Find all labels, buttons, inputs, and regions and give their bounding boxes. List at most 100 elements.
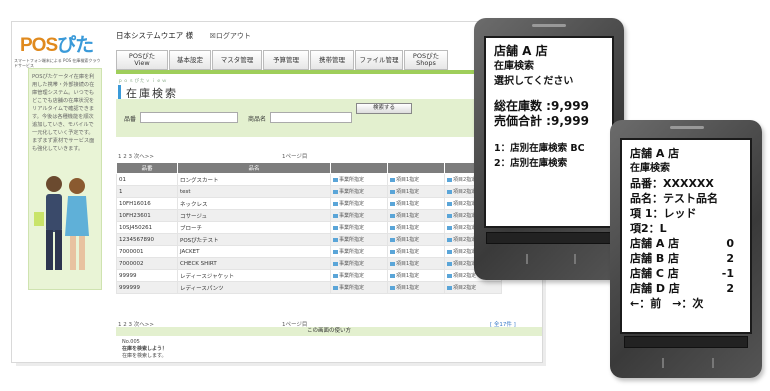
cell-code: 7000001 (116, 245, 178, 258)
link-office[interactable]: 事業所指定 (330, 221, 388, 234)
phone-stock-summary: 店舗 A 店 在庫検索 選択してください 総在庫数 :9,999 売価合計 :9… (474, 18, 624, 280)
link-item1[interactable]: 事業所指定項目1指定 (387, 269, 445, 282)
link-item1[interactable]: 事業所指定項目1指定 (387, 257, 445, 270)
nav-basic-settings[interactable]: 基本設定 (169, 50, 211, 70)
logout-link[interactable]: ☒ログアウト (210, 32, 251, 40)
link-icon (390, 201, 395, 206)
phone2-keypad[interactable] (624, 336, 748, 348)
table-row: 10FH23601コサージュ事業所指定事業所指定項目1指定項目2指定 (116, 209, 502, 222)
col-link1 (330, 162, 388, 174)
phone2-item1: 項 1：レッド (630, 207, 697, 220)
link-office[interactable]: 事業所指定 (330, 257, 388, 270)
link-office[interactable]: 事業所指定 (330, 233, 388, 246)
phone2-store: 店舗 A 店 (630, 147, 680, 160)
phone1-prompt: 選択してください (494, 76, 574, 87)
cell-code: 99999 (116, 269, 178, 282)
link-office[interactable]: 事業所指定 (330, 197, 388, 210)
help-header: この画面の使い方 (116, 327, 542, 336)
help-step: No.005 (122, 339, 140, 345)
phone1-option-1[interactable]: 1：店別在庫検索 BC (494, 141, 604, 156)
link-item1[interactable]: 事業所指定項目1指定 (387, 245, 445, 258)
link-icon (447, 249, 452, 254)
sidebar: POSぴた スマートフォン端末による POS 在庫検索クラウドサービス POSぴ… (12, 22, 104, 362)
phone2-store-row: 店舗 B 店 2 (630, 251, 734, 266)
phone1-screen: 店舗 A 店 在庫検索 選択してください 総在庫数 :9,999 売価合計 :9… (484, 36, 614, 228)
link-office[interactable]: 事業所指定 (330, 185, 388, 198)
link-item1[interactable]: 事業所指定項目1指定 (387, 221, 445, 234)
page-title-block: ｐｏｓぴたｖｉｅｗ 在庫検索 (118, 78, 178, 101)
link-icon (447, 213, 452, 218)
stock-table: 品番 品名 01ロングスカート事業所指定事業所指定項目1指定項目2指定1test… (116, 162, 502, 294)
phone1-keypad[interactable] (486, 232, 612, 244)
posupita-logo: POSぴた (20, 35, 94, 56)
phone1-screen-title: 在庫検索 (494, 61, 534, 72)
nav-master[interactable]: マスタ管理 (212, 50, 262, 70)
link-icon (333, 201, 338, 206)
web-screenshot: POSぴた スマートフォン端末による POS 在庫検索クラウドサービス POSぴ… (12, 22, 542, 362)
store-qty: 2 (726, 252, 734, 265)
link-icon (333, 177, 338, 182)
link-icon (333, 249, 338, 254)
search-button[interactable]: 検索する (356, 103, 412, 114)
phone2-screen: 店舗 A 店 在庫検索 品番：XXXXXX 品名：テスト品名 項 1：レッド 項… (620, 138, 752, 334)
store-qty: -1 (721, 267, 734, 280)
cell-name: JACKET (177, 245, 331, 258)
cell-code: 1234567890 (116, 233, 178, 246)
link-office[interactable]: 事業所指定 (330, 245, 388, 258)
link-item2[interactable]: 項目2指定 (444, 281, 502, 294)
name-input[interactable] (270, 112, 352, 123)
cell-code: 10SJ450261 (116, 221, 178, 234)
link-office[interactable]: 事業所指定 (330, 173, 388, 186)
phone2-store-row: 店舗 D 店 2 (630, 281, 734, 296)
col-link2 (387, 162, 445, 174)
link-icon (447, 273, 452, 278)
people-illustration-icon (34, 176, 89, 270)
store-name: 店舗 B 店 (630, 252, 680, 265)
store-qty: 2 (726, 282, 734, 295)
cell-code: 10FH16016 (116, 197, 178, 210)
link-item1[interactable]: 事業所指定項目1指定 (387, 185, 445, 198)
name-label: 商品名 (248, 116, 267, 123)
link-icon (390, 249, 395, 254)
user-name: 日本システムウエア 様 (116, 31, 194, 40)
cell-code: 999999 (116, 281, 178, 294)
phone2-store-row: 店舗 A 店 0 (630, 236, 734, 251)
table-header-row: 品番 品名 (116, 162, 502, 174)
pager-top[interactable]: 1 2 3 次へ>> (118, 152, 154, 160)
code-label: 品番 (124, 116, 137, 123)
cell-name: コサージュ (177, 209, 331, 222)
link-item1[interactable]: 事業所指定項目1指定 (387, 281, 445, 294)
help-body: No.005 在庫を検索しよう！ 在庫を検索します。 (116, 336, 542, 362)
nav-posupita-view[interactable]: POSぴた View (116, 50, 168, 70)
link-item1[interactable]: 事業所指定項目1指定 (387, 233, 445, 246)
page-subtitle: ｐｏｓぴたｖｉｅｗ (118, 79, 168, 84)
link-item1[interactable]: 事業所指定項目1指定 (387, 197, 445, 210)
phone1-option-2[interactable]: 2：店別在庫検索 (494, 156, 604, 171)
code-input[interactable] (140, 112, 238, 123)
link-icon (447, 285, 452, 290)
cell-name: ネックレス (177, 197, 331, 210)
table-row: 01ロングスカート事業所指定事業所指定項目1指定項目2指定 (116, 173, 502, 186)
link-office[interactable]: 事業所指定 (330, 209, 388, 222)
table-row: 999999レディースパンツ事業所指定事業所指定項目1指定項目2指定 (116, 281, 502, 294)
nav-mobile[interactable]: 携帯管理 (310, 50, 354, 70)
link-icon (333, 225, 338, 230)
link-item1[interactable]: 事業所指定項目1指定 (387, 173, 445, 186)
link-icon (447, 237, 452, 242)
phone2-store-row: 店舗 C 店 -1 (630, 266, 734, 281)
link-icon (390, 225, 395, 230)
nav-file[interactable]: ファイル管理 (355, 50, 403, 70)
link-icon (447, 261, 452, 266)
nav-budget[interactable]: 予算管理 (263, 50, 309, 70)
link-icon (390, 273, 395, 278)
table-row: 10FH16016ネックレス事業所指定事業所指定項目1指定項目2指定 (116, 197, 502, 210)
pager-top-info: 1ページ目 (282, 154, 308, 160)
store-qty: 0 (726, 237, 734, 250)
link-item1[interactable]: 事業所指定項目1指定 (387, 209, 445, 222)
table-row: 10SJ450261ブローチ事業所指定事業所指定項目1指定項目2指定 (116, 221, 502, 234)
nav-posupita-shops[interactable]: POSぴた Shops (404, 50, 448, 70)
cell-name: ロングスカート (177, 173, 331, 186)
link-icon (447, 225, 452, 230)
link-office[interactable]: 事業所指定 (330, 269, 388, 282)
link-office[interactable]: 事業所指定 (330, 281, 388, 294)
